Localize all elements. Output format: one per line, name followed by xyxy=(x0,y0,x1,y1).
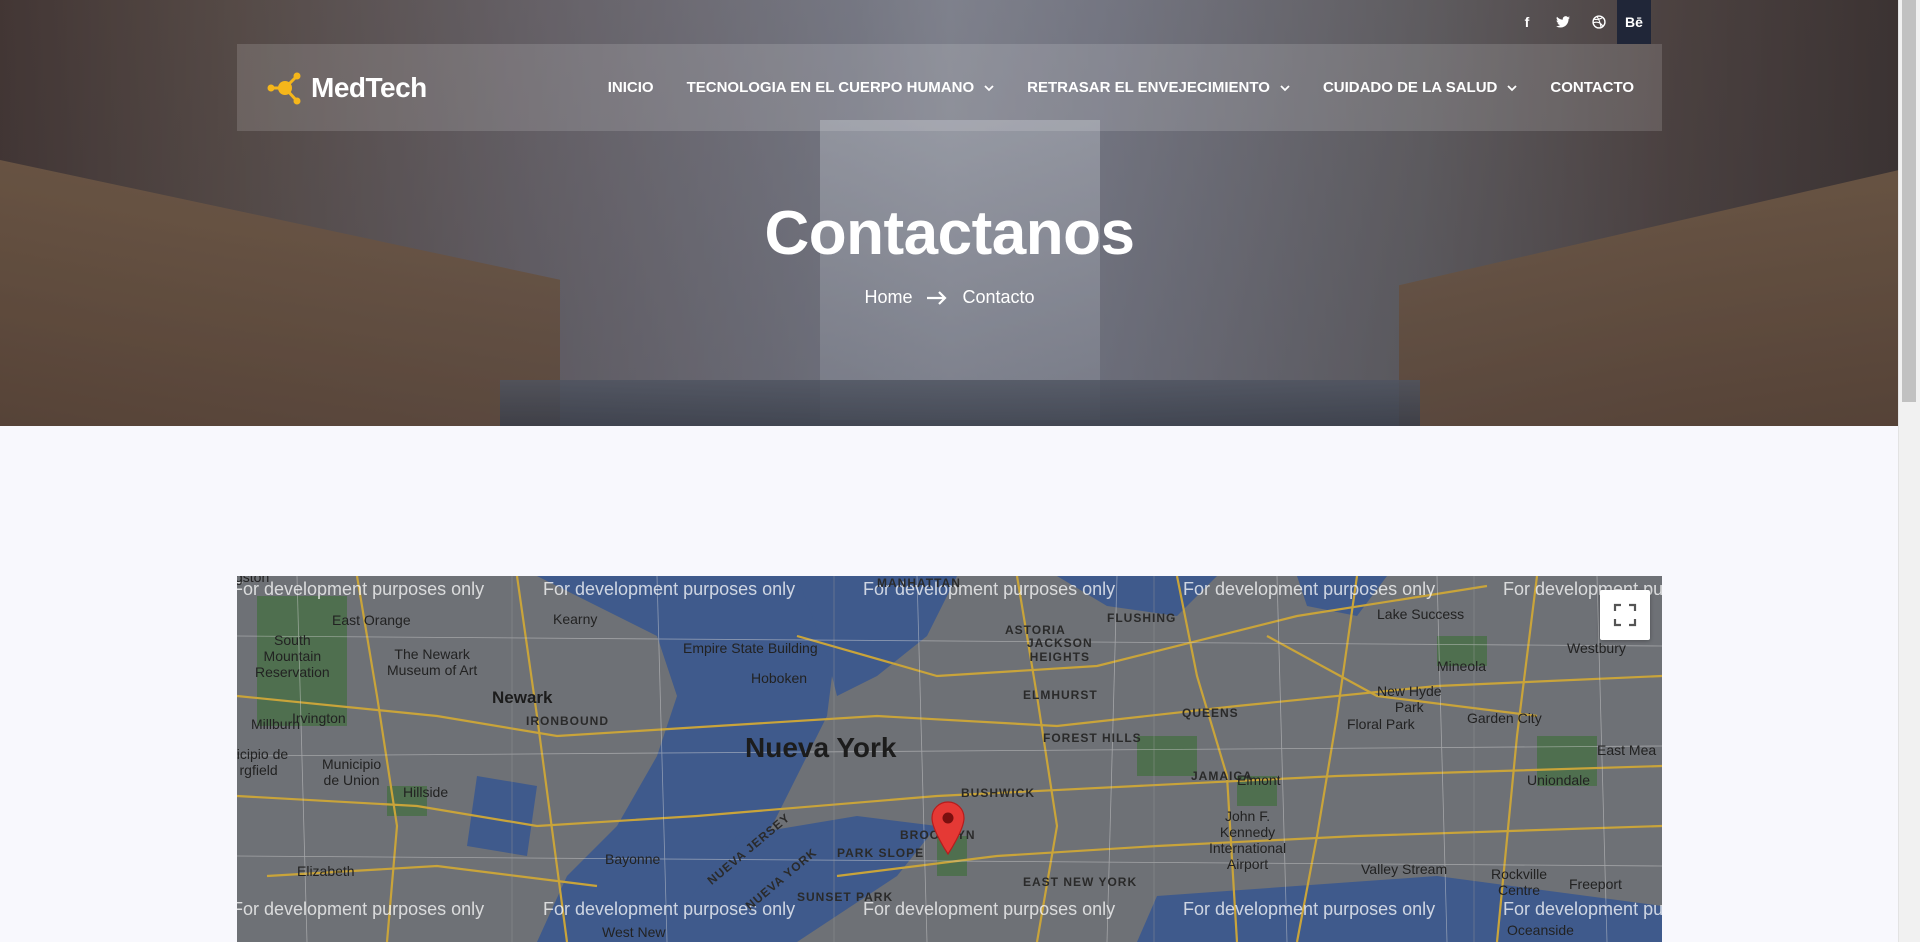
map-label: South Mountain Reservation xyxy=(255,632,330,680)
logo-icon xyxy=(267,72,301,104)
dev-watermark: For development purposes only xyxy=(237,899,485,919)
nav-item-label: CONTACTO xyxy=(1550,79,1634,96)
map-label: Hillside xyxy=(403,784,449,800)
map-label: MANHATTAN xyxy=(877,576,961,590)
primary-nav: INICIO TECNOLOGIA EN EL CUERPO HUMANO RE… xyxy=(608,79,1634,96)
dev-watermark: For development purposes only xyxy=(1183,899,1436,919)
nav-item-tecnologia[interactable]: TECNOLOGIA EN EL CUERPO HUMANO xyxy=(687,79,995,96)
map-label: East Orange xyxy=(332,612,411,628)
map-label: The Newark Museum of Art xyxy=(387,646,478,678)
google-map[interactable]: For development purposes only For develo… xyxy=(237,576,1662,942)
map-label: Westbury xyxy=(1567,640,1626,656)
map-label: West New xyxy=(602,924,666,940)
facebook-icon[interactable]: f xyxy=(1509,0,1545,44)
chevron-down-icon xyxy=(1280,84,1290,91)
map-label: Elmont xyxy=(1237,772,1281,788)
map-label: FOREST HILLS xyxy=(1043,731,1142,745)
map-label: Valley Stream xyxy=(1361,861,1448,877)
nav-item-label: TECNOLOGIA EN EL CUERPO HUMANO xyxy=(686,79,975,96)
nav-item-contacto[interactable]: CONTACTO xyxy=(1550,79,1634,96)
map-label: Rockville Centre xyxy=(1491,866,1548,898)
fullscreen-button[interactable] xyxy=(1600,590,1650,640)
map-label: East Mea xyxy=(1597,742,1657,758)
breadcrumb-home[interactable]: Home xyxy=(864,287,912,308)
map-label: New Hyde Park xyxy=(1377,683,1442,715)
breadcrumb: Home Contacto xyxy=(0,287,1899,308)
map-marker-icon[interactable] xyxy=(931,801,965,855)
map-base xyxy=(237,576,1662,942)
nav-item-label: INICIO xyxy=(607,79,654,96)
map-label: Bayonne xyxy=(605,851,661,867)
map-label: Lake Success xyxy=(1377,606,1465,622)
site-logo[interactable]: MedTech xyxy=(265,69,427,107)
map-label: Oceanside xyxy=(1507,922,1574,938)
map-label: Elizabeth xyxy=(297,863,355,879)
hero-banner: f Bē MedTech INICIO TECNOLOGIA EN EL CUE… xyxy=(0,0,1899,426)
dribbble-icon[interactable] xyxy=(1581,0,1617,44)
map-label: gston xyxy=(237,576,270,585)
map-label: Freeport xyxy=(1569,876,1622,892)
map-label: Newark xyxy=(492,688,553,707)
main-navbar: MedTech INICIO TECNOLOGIA EN EL CUERPO H… xyxy=(237,44,1662,131)
map-label: QUEENS xyxy=(1182,706,1239,720)
scrollbar-thumb[interactable] xyxy=(1902,0,1916,402)
dev-watermark: For development purposes only xyxy=(237,579,485,599)
nav-item-inicio[interactable]: INICIO xyxy=(608,79,654,96)
map-label: EAST NEW YORK xyxy=(1023,875,1138,889)
map-label: JACKSON HEIGHTS xyxy=(1027,636,1093,664)
map-label: SUNSET PARK xyxy=(797,890,894,904)
map-label: ASTORIA xyxy=(1005,623,1066,637)
map-label: FLUSHING xyxy=(1107,611,1177,625)
behance-icon[interactable]: Bē xyxy=(1617,0,1651,44)
twitter-icon[interactable] xyxy=(1545,0,1581,44)
map-label: Millburn xyxy=(251,716,301,732)
map-label: nicipio de rgfield xyxy=(237,746,289,778)
arrow-right-icon xyxy=(927,290,948,305)
dev-watermark: For development purposes only xyxy=(1183,579,1436,599)
nav-item-label: CUIDADO DE LA SALUD xyxy=(1322,79,1498,96)
page-scrollbar[interactable] xyxy=(1898,0,1920,942)
map-label: Mineola xyxy=(1437,658,1487,674)
map-label: IRONBOUND xyxy=(526,714,609,728)
map-label: Garden City xyxy=(1467,710,1542,726)
map-label: Empire State Building xyxy=(683,640,818,656)
nav-item-label: RETRASAR EL ENVEJECIMIENTO xyxy=(1027,79,1270,96)
map-label: ELMHURST xyxy=(1023,688,1098,702)
dev-watermark: For development purposes only xyxy=(1503,899,1662,919)
chevron-down-icon xyxy=(1507,84,1518,91)
map-label: Kearny xyxy=(553,611,598,627)
map-label: Municipio de Union xyxy=(322,756,382,788)
page-title: Contactanos xyxy=(764,199,1135,268)
nav-item-retrasar[interactable]: RETRASAR EL ENVEJECIMIENTO xyxy=(1027,79,1290,96)
social-links: f Bē xyxy=(1509,0,1651,44)
fullscreen-icon xyxy=(1613,603,1637,627)
dev-watermark: For development purposes only xyxy=(543,579,796,599)
map-label: Uniondale xyxy=(1527,772,1591,788)
map-label: Nueva York xyxy=(745,732,897,763)
map-label: PARK SLOPE xyxy=(837,846,925,860)
map-label: Irvington xyxy=(292,710,346,726)
nav-item-cuidado[interactable]: CUIDADO DE LA SALUD xyxy=(1322,79,1518,96)
breadcrumb-current: Contacto xyxy=(962,287,1035,307)
chevron-down-icon xyxy=(984,84,994,91)
dev-watermark: For development purposes only xyxy=(863,899,1116,919)
map-label: Floral Park xyxy=(1347,716,1415,732)
logo-text: MedTech xyxy=(311,71,427,103)
map-label: Hoboken xyxy=(751,670,808,686)
map-label: BUSHWICK xyxy=(961,786,1035,800)
map-label: John F. Kennedy International Airport xyxy=(1209,808,1287,872)
